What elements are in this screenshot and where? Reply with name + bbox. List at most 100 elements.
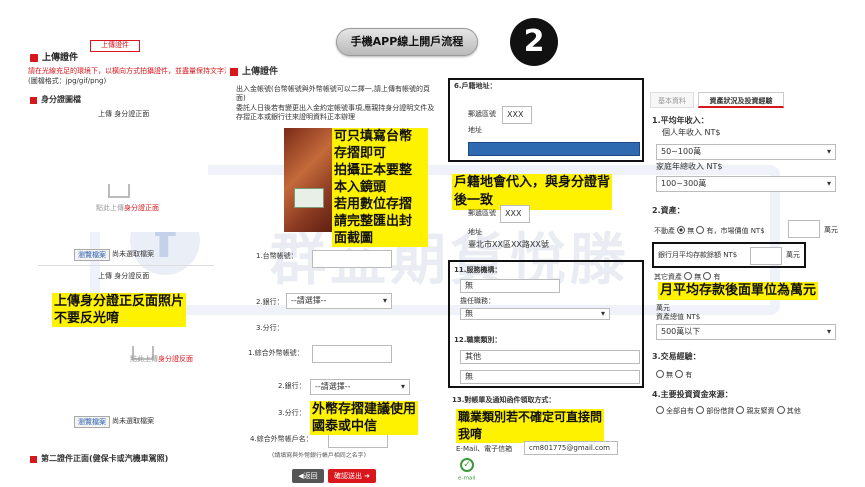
twd-account-input[interactable]: [312, 250, 392, 268]
zip-input[interactable]: XXX: [502, 106, 532, 124]
experience-row: 無 有: [656, 370, 692, 380]
check-icon: ✓: [460, 458, 474, 472]
bank-deposit-unit: 萬元: [786, 251, 800, 259]
upload-notice: 請在光線充足的環境下，以橫向方式拍攝證件，並盡量保持文字清晰: [28, 67, 226, 75]
personal-income-select[interactable]: 50~100萬: [656, 144, 836, 160]
annotation-fx-passbook: 外幣存摺建議使用 國泰或中信: [310, 401, 419, 435]
job-info-box: 11.服務機構： 無 擔任職務： 無 12.職業類別： 其他 無: [448, 260, 644, 388]
front-upload-dropzone[interactable]: 點此上傳身分證正面: [48, 122, 208, 232]
front-upload-label: 上傳 身分證正面: [98, 110, 150, 118]
id-red-icon: [30, 97, 37, 104]
upload-heading: 上傳證件: [42, 53, 79, 63]
passbook-photo: [284, 128, 336, 232]
page-title: 手機APP線上開戶流程: [336, 28, 478, 56]
address2-label: 地址: [468, 228, 482, 236]
upload-tray-icon: [108, 184, 130, 198]
back-upload-label: 上傳 身分證反面: [98, 272, 150, 280]
fx-name-note: (請填寫與外幣銀行帳戶相同之名字): [272, 451, 366, 459]
other-assets-row: 其它資產 無 有: [654, 272, 721, 281]
front-browse-button[interactable]: 瀏覽檔案: [74, 249, 110, 261]
source-family-radio[interactable]: [736, 406, 745, 414]
jobcat-input-2[interactable]: 無: [460, 370, 640, 384]
asset-total-select[interactable]: 500萬以下: [656, 324, 836, 340]
twd-bank-select[interactable]: --請選擇--: [286, 293, 392, 309]
experience-no-radio[interactable]: [656, 370, 664, 378]
fund-source-row: 全部自有 部份借貸 親友緊資 其他: [656, 406, 801, 416]
family-income-label: 家庭年總收入 NT$: [656, 162, 723, 171]
fx-account-label: 1.綜合外幣帳號：: [248, 349, 304, 357]
passbook-desc2: 委託人日後若有變更出入金約定帳號事項,應親持身分證明文件及存摺正本或銀行往來證明…: [236, 104, 435, 121]
experience-question: 3.交易經驗：: [652, 352, 701, 361]
email-input[interactable]: cm801775@gmail.com: [524, 441, 618, 455]
bank-deposit-input[interactable]: [750, 247, 782, 265]
panel-address-job: 6.戶籍地址： 郵遞區號 XXX 地址 戶籍地會代入，與身分證背 後一致 郵遞區…: [446, 78, 646, 487]
job-title: 11.服務機構：: [454, 266, 502, 274]
back-button[interactable]: ◀返回: [292, 469, 324, 483]
upload-tab[interactable]: 上傳證件: [90, 40, 140, 52]
family-income-select[interactable]: 100~300萬: [656, 176, 836, 192]
back-no-file-text: 尚未選取檔案: [112, 417, 154, 425]
income-question: 1.平均年收入：: [652, 116, 709, 125]
experience-yes-radio[interactable]: [675, 370, 684, 378]
jobcat-title: 12.職業類別：: [454, 336, 502, 344]
passbook-desc1: 出入金帳號(台幣帳號與外幣帳號可以二擇一,請上傳有帳號的頁面): [236, 85, 430, 102]
position-select[interactable]: 無: [460, 308, 610, 320]
back-upload-hint: 點此上傳身分證反面: [130, 355, 193, 363]
passbook-heading: 上傳證件: [242, 67, 279, 77]
front-no-file-text: 尚未選取檔案: [112, 250, 154, 258]
realestate-row: 不動產 無 有，市場價值 NT$: [654, 226, 765, 235]
asset-total-label: 資產總值 NT$: [656, 313, 701, 321]
twd-account-label: 1.台幣帳號：: [256, 252, 298, 260]
money-unit-label: 萬元: [656, 304, 670, 312]
annotation-unit: 月平均存款後面單位為萬元: [658, 282, 819, 300]
personal-income-label: 個人年收入 NT$: [662, 128, 721, 137]
market-value-unit: 萬元: [824, 226, 838, 234]
back-browse-button[interactable]: 瀏覽檔案: [74, 416, 110, 428]
tab-asset-experience[interactable]: 資產狀況及投資經驗: [698, 92, 784, 108]
other-no-radio[interactable]: [684, 272, 693, 280]
twd-bank-label: 2.銀行：: [256, 298, 284, 306]
mail-method-title: 13.對帳單及通知函件領取方式：: [452, 396, 556, 404]
realestate-no-radio[interactable]: [677, 226, 686, 234]
fx-branch-label: 3.分行：: [278, 409, 306, 417]
annotation-household: 戶籍地會代入，與身分證背 後一致: [452, 174, 613, 210]
bank-deposit-box: 銀行月平均存款餘額 NT$ 萬元: [652, 242, 806, 268]
market-value-input[interactable]: [788, 220, 820, 238]
annotation-job: 職業類別若不確定可直接問 我唷: [456, 409, 605, 443]
panel-upload-passbook: 上傳證件 出入金帳號(台幣帳號與外幣帳號可以二擇一,請上傳有帳號的頁面) 委託人…: [228, 66, 440, 487]
household-address-title: 6.戶籍地址：: [454, 82, 497, 90]
annotation-id-photos: 上傳身分證正反面照片 不要反光唷: [52, 293, 187, 327]
fund-source-question: 4.主要投資資金來源：: [652, 390, 733, 399]
source-own-radio[interactable]: [656, 406, 664, 414]
position-label: 擔任職務：: [460, 297, 495, 305]
step-number-badge: 2: [510, 18, 558, 66]
submit-button[interactable]: 確認送出 ➜: [328, 469, 376, 483]
other-yes-radio[interactable]: [703, 272, 712, 280]
address2-value: 臺北市XX區XX路XX號: [468, 240, 549, 249]
annotation-passbook: 可只填寫台幣 存摺即可 拍攝正本要整 本入鏡頭 若用數位存摺 請完整匯出封 面截…: [332, 128, 428, 247]
source-loan-radio[interactable]: [696, 406, 705, 414]
household-address-box: 6.戶籍地址： 郵遞區號 XXX 地址: [448, 78, 644, 162]
panel-upload-id: 上傳證件 上傳證件 請在光線充足的環境下，以橫向方式拍攝證件，並盡量保持文字清晰…: [28, 40, 226, 487]
panel-assets: 基本資料 資產狀況及投資經驗 1.平均年收入： 個人年收入 NT$ 50~100…: [650, 90, 862, 487]
source-other-radio[interactable]: [776, 406, 785, 414]
job-input[interactable]: 無: [460, 279, 560, 293]
assets-question: 2.資產：: [652, 206, 685, 215]
email-label: E-Mail、電子信箱: [456, 445, 513, 453]
fx-name-label: 4.綜合外幣帳戶名：: [250, 435, 313, 443]
fx-bank-label: 2.銀行：: [278, 382, 306, 390]
address-input-filled[interactable]: [468, 142, 640, 156]
passbook-header: 上傳證件: [228, 66, 440, 80]
second-doc-title: 第二證件正面(健保卡或汽機車駕照): [41, 454, 169, 463]
file-format-note: (圖檔格式：jpg/gif/png): [28, 77, 107, 85]
zip-label: 郵遞區號: [468, 110, 496, 118]
fx-account-input[interactable]: [312, 345, 392, 363]
upload-red-icon: [30, 54, 38, 62]
zip2-input[interactable]: XXX: [500, 205, 530, 223]
front-upload-hint: 點此上傳身分證正面: [96, 204, 159, 212]
screenshot-canvas: f 群益期貨悅滕 手機APP線上開戶流程 2 上傳證件 上傳證件 請在光線充足的…: [0, 0, 865, 487]
jobcat-input[interactable]: 其他: [460, 350, 640, 364]
tab-basic-info[interactable]: 基本資料: [650, 92, 694, 108]
fx-bank-select[interactable]: --請選擇--: [310, 379, 410, 395]
realestate-yes-radio[interactable]: [696, 226, 705, 234]
